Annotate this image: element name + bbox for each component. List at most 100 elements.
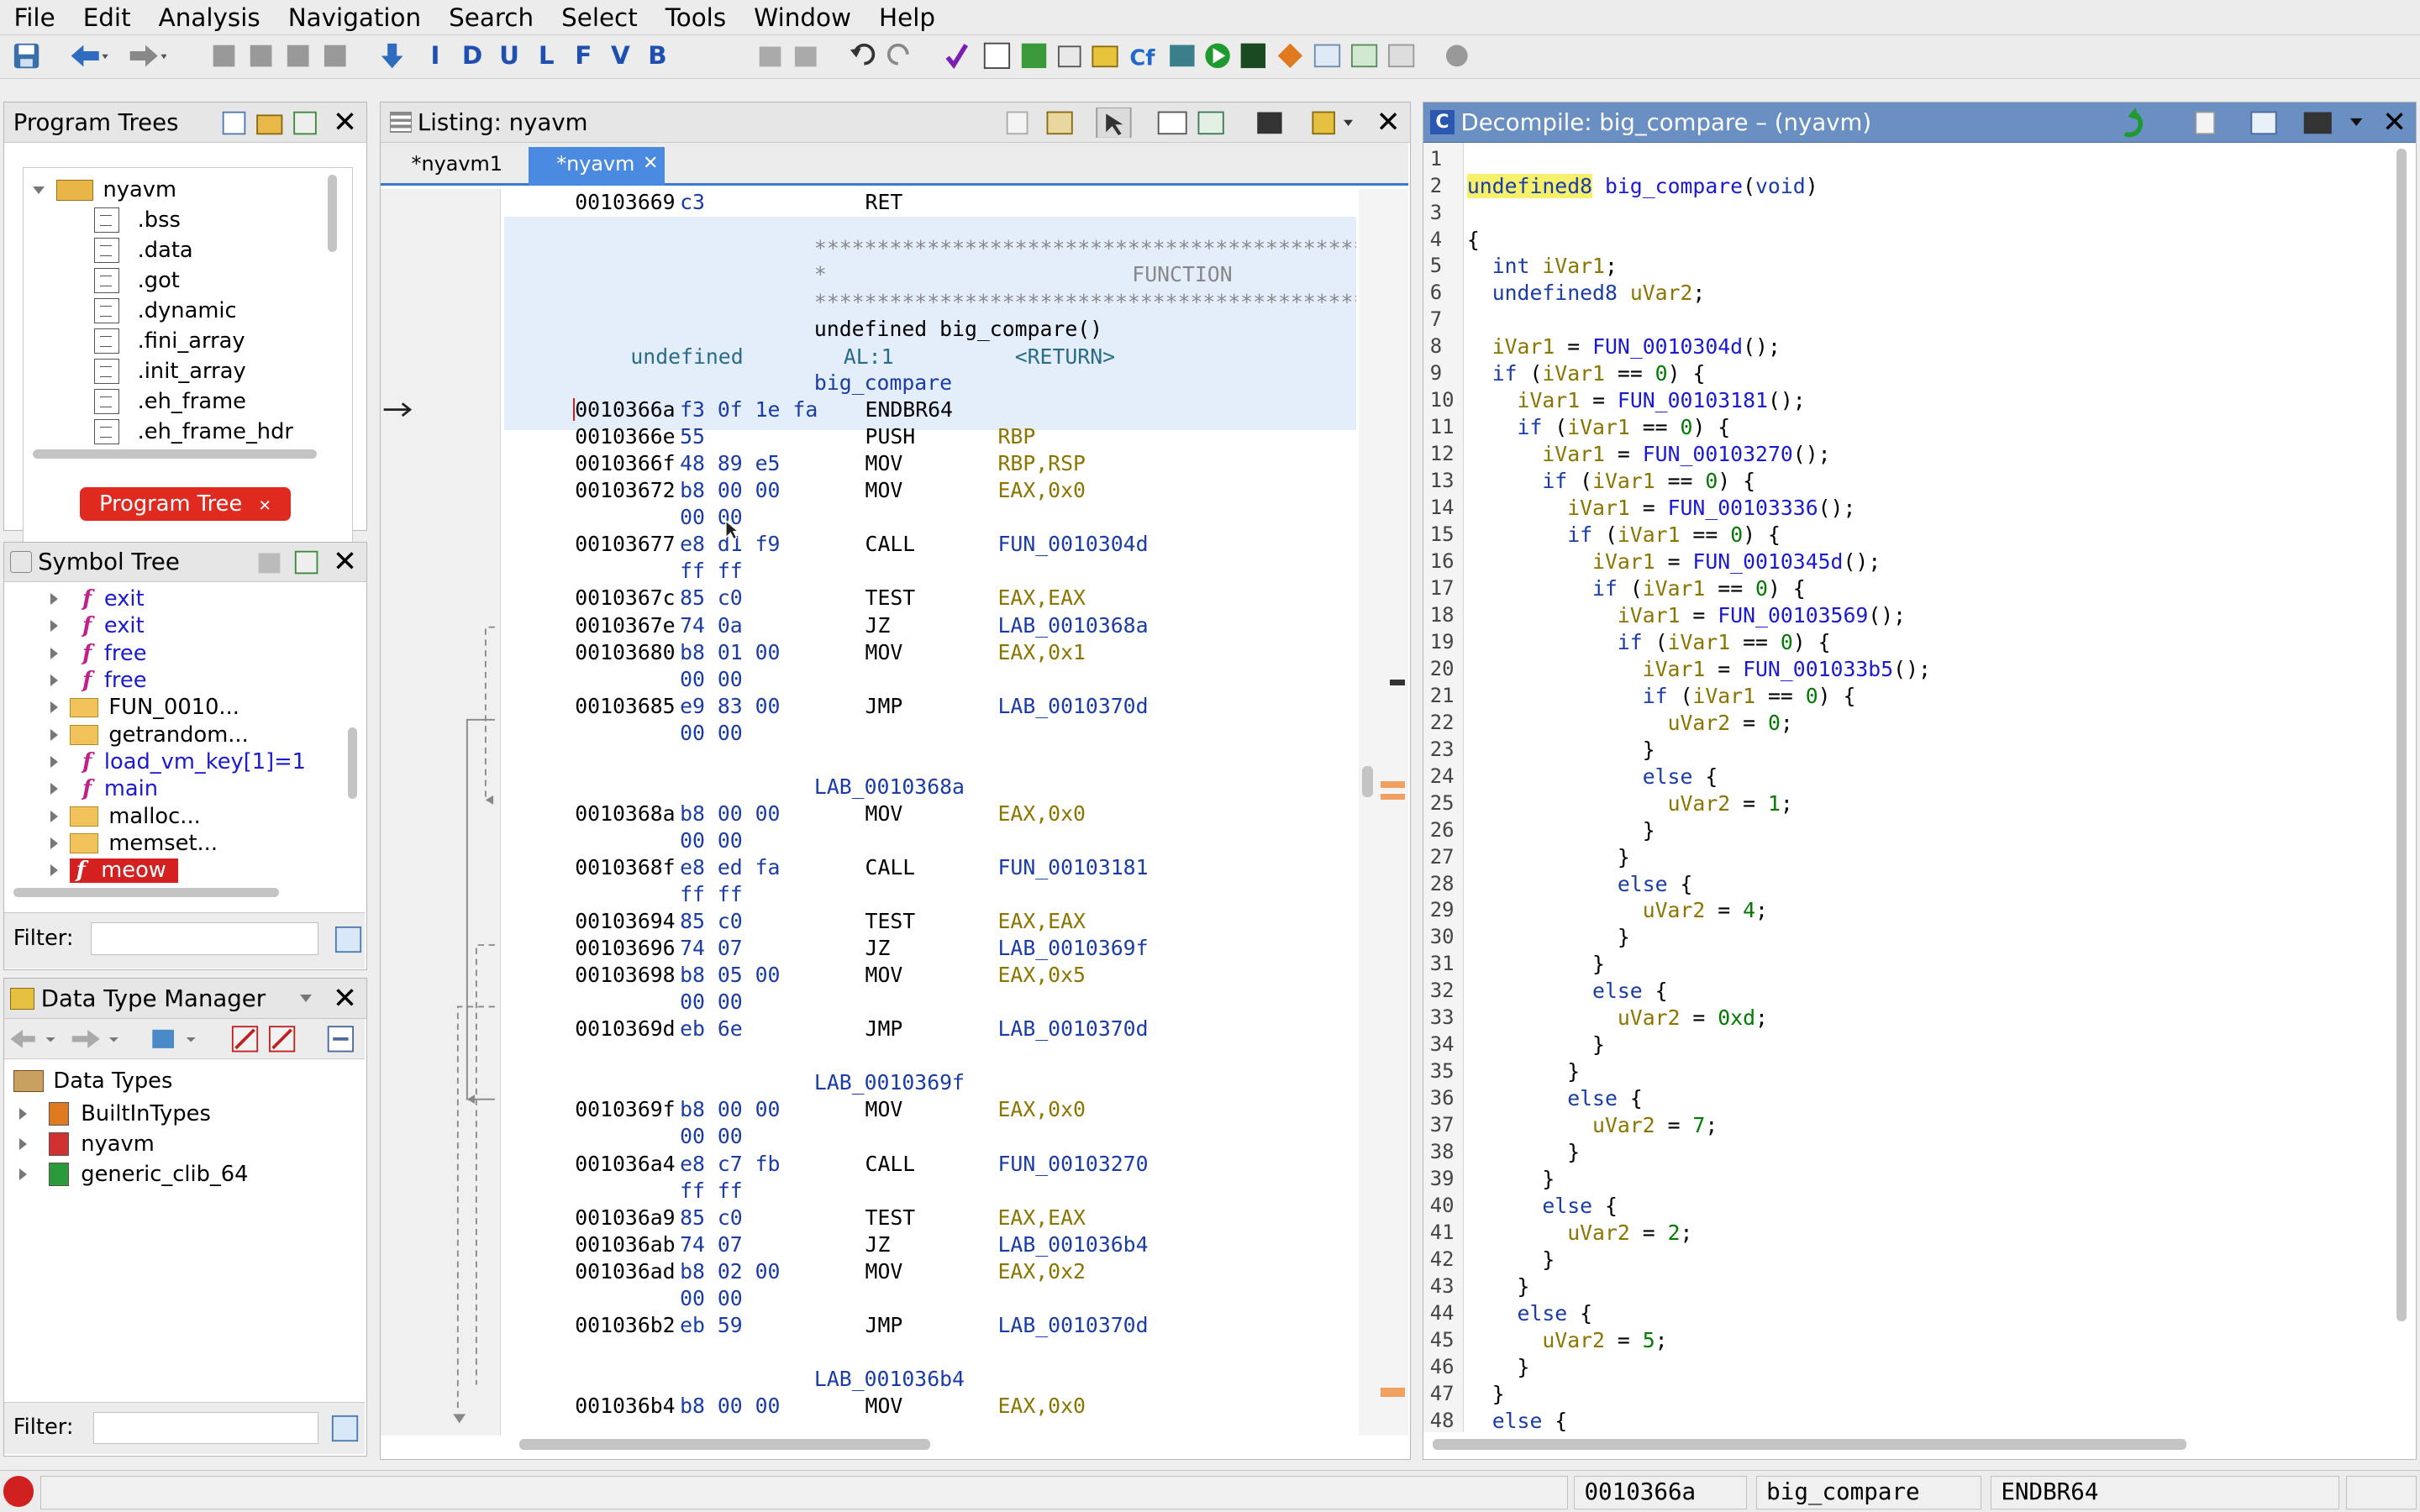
symbol-tree-item[interactable]: getrandom...	[50, 722, 249, 748]
expand-icon[interactable]	[50, 864, 58, 877]
analysis-tool-icons[interactable]: Cf	[944, 40, 1469, 71]
expand-icon[interactable]	[50, 593, 58, 606]
decompile-line[interactable]: }	[1467, 737, 1655, 763]
horizontal-scrollbar[interactable]	[32, 449, 317, 459]
menu-edit[interactable]: Edit	[69, 0, 145, 35]
nav-l-button[interactable]: L	[528, 41, 565, 70]
symbol-tree-item[interactable]: f free	[50, 640, 147, 667]
decompile-line[interactable]: }	[1467, 1381, 1505, 1407]
program-tree-section[interactable]: .dynamic	[94, 296, 237, 325]
data-types-root[interactable]: Data Types	[13, 1068, 172, 1094]
listing-ops[interactable]: EAX,0x2	[997, 1258, 1085, 1284]
vertical-scrollbar-thumb[interactable]	[1361, 765, 1373, 797]
menu-analysis[interactable]: Analysis	[145, 0, 274, 35]
decompile-line[interactable]: uVar2 = 0;	[1467, 710, 1793, 736]
undo-redo-icons[interactable]	[849, 42, 917, 70]
symbol-tree-item[interactable]: f main	[50, 775, 158, 802]
horizontal-scrollbar[interactable]	[13, 888, 279, 898]
expand-icon[interactable]	[50, 701, 58, 714]
decompile-line[interactable]: else {	[1467, 1193, 1618, 1219]
program-tree-section[interactable]: .got	[94, 265, 180, 295]
decompile-line[interactable]: uVar2 = 0xd;	[1467, 1005, 1768, 1031]
data-type-archive[interactable]: generic_clib_64	[19, 1160, 249, 1189]
menu-window[interactable]: Window	[740, 0, 865, 35]
menu-dropdown-icon[interactable]	[300, 994, 313, 1002]
code-label[interactable]: LAB_0010368a	[814, 774, 965, 800]
data-type-toolbar-icons[interactable]	[4, 1019, 366, 1059]
decompile-line[interactable]: iVar1 = FUN_00103270();	[1467, 441, 1830, 467]
listing-ops[interactable]: EAX,EAX	[997, 1205, 1085, 1231]
decompile-line[interactable]: iVar1 = FUN_00103336();	[1467, 495, 1855, 521]
decompile-line[interactable]: if (iVar1 == 0) {	[1467, 468, 1755, 494]
program-tree-section[interactable]: .init_array	[94, 356, 246, 386]
decompile-line[interactable]: if (iVar1 == 0) {	[1467, 522, 1781, 548]
symbol-tree-item[interactable]: f exit	[50, 612, 145, 639]
decompile-line[interactable]: }	[1467, 844, 1630, 870]
decompile-line[interactable]: }	[1467, 951, 1605, 977]
decompile-line[interactable]: undefined8 uVar2;	[1467, 280, 1706, 306]
listing-ops[interactable]: EAX,EAX	[997, 908, 1085, 934]
decompile-line[interactable]: else {	[1467, 871, 1693, 897]
code-label[interactable]: LAB_001036b4	[814, 1366, 965, 1392]
filter-options-icon[interactable]	[331, 1415, 359, 1442]
decompile-line[interactable]: iVar1 = FUN_001033b5();	[1467, 656, 1931, 682]
program-tree-section[interactable]: .eh_frame_hdr	[94, 417, 293, 446]
menu-select[interactable]: Select	[548, 0, 652, 35]
decompile-line[interactable]: uVar2 = 2;	[1467, 1220, 1692, 1246]
symbol-tree-item[interactable]: f exit	[50, 585, 145, 612]
expand-icon[interactable]	[50, 647, 58, 659]
tab-program-tree[interactable]: Program Tree ✕	[79, 486, 292, 521]
menu-file[interactable]: File	[0, 0, 69, 35]
menu-help[interactable]: Help	[865, 0, 950, 35]
vertical-scrollbar[interactable]	[327, 174, 337, 252]
listing-ops[interactable]: EAX,0x0	[997, 1393, 1085, 1419]
close-icon[interactable]: ✕	[333, 545, 357, 579]
decompile-line[interactable]: if (iVar1 == 0) {	[1467, 575, 1806, 601]
listing-ops[interactable]: FUN_00103270	[997, 1151, 1148, 1177]
decompile-line[interactable]: }	[1467, 1247, 1555, 1273]
decompile-line[interactable]: }	[1467, 924, 1630, 950]
nav-v-button[interactable]: V	[602, 41, 639, 70]
listing-ops[interactable]: EAX,0x0	[997, 477, 1085, 503]
expand-icon[interactable]	[50, 620, 58, 633]
symbol-tree-item[interactable]: malloc...	[50, 803, 201, 830]
listing-ops[interactable]: EAX,0x1	[997, 639, 1085, 665]
listing-ops[interactable]: LAB_0010369f	[997, 935, 1148, 961]
decompile-line[interactable]: {	[1467, 227, 1480, 253]
decompile-line[interactable]: }	[1467, 1354, 1530, 1380]
decompile-line[interactable]: uVar2 = 1;	[1467, 790, 1793, 816]
decompile-line[interactable]: else {	[1467, 1300, 1593, 1326]
symbol-tree-actions-icon[interactable]	[255, 549, 324, 576]
decompile-line[interactable]: }	[1467, 817, 1655, 843]
filter-options-icon[interactable]	[334, 926, 362, 953]
listing-ops[interactable]: RBP,RSP	[997, 450, 1085, 476]
expand-icon[interactable]	[19, 1138, 27, 1151]
decompile-line[interactable]: iVar1 = FUN_0010304d();	[1467, 333, 1781, 360]
listing-ops[interactable]: LAB_0010368a	[997, 612, 1148, 638]
decompile-line[interactable]: }	[1467, 1032, 1605, 1058]
data-type-archive[interactable]: nyavm	[19, 1130, 155, 1159]
decompile-line[interactable]: uVar2 = 7;	[1467, 1112, 1718, 1138]
symbol-tree-item[interactable]: f meow	[50, 857, 179, 884]
decompile-line[interactable]: else {	[1467, 978, 1668, 1004]
close-icon[interactable]: ✕	[333, 982, 357, 1016]
close-icon[interactable]: ✕	[2382, 106, 2407, 139]
menu-navigation[interactable]: Navigation	[274, 0, 434, 35]
decompile-line[interactable]: if (iVar1 == 0) {	[1467, 414, 1731, 440]
menu-search[interactable]: Search	[435, 0, 548, 35]
nav-b-button[interactable]: B	[639, 41, 676, 70]
decompile-line[interactable]: if (iVar1 == 0) {	[1467, 629, 1831, 655]
data-type-filter-input[interactable]	[93, 1411, 319, 1445]
expand-icon[interactable]	[50, 783, 58, 795]
expand-icon[interactable]	[19, 1108, 27, 1121]
menu-tools[interactable]: Tools	[651, 0, 739, 35]
program-tree-actions-icon[interactable]	[220, 109, 329, 137]
program-tree-section[interactable]: .data	[94, 235, 193, 265]
listing-ops[interactable]: LAB_0010370d	[997, 1016, 1148, 1042]
listing-ops[interactable]: EAX,0x0	[997, 801, 1085, 827]
listing-ops[interactable]: FUN_0010304d	[997, 531, 1148, 557]
tab-nyavm[interactable]: *nyavm ✕	[529, 147, 665, 186]
decompile-line[interactable]: uVar2 = 4;	[1467, 897, 1768, 923]
program-tree-section[interactable]: .fini_array	[94, 326, 245, 355]
decompile-line[interactable]: if (iVar1 == 0) {	[1467, 360, 1706, 386]
